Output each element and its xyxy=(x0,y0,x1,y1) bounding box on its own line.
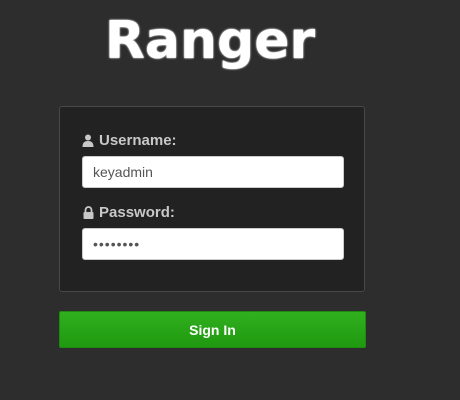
password-label: Password: xyxy=(82,203,175,221)
password-label-text: Password: xyxy=(99,203,175,221)
ranger-logo: Ranger xyxy=(104,11,316,71)
username-label-text: Username: xyxy=(99,131,177,149)
login-panel: Username: Password: xyxy=(59,106,365,292)
username-label: Username: xyxy=(82,131,177,149)
user-icon xyxy=(82,133,94,147)
login-page: Ranger Username: Password: Sign In xyxy=(0,0,460,400)
sign-in-button[interactable]: Sign In xyxy=(59,311,366,348)
password-input[interactable] xyxy=(82,228,344,260)
lock-icon xyxy=(82,205,94,219)
username-input[interactable] xyxy=(82,156,344,188)
